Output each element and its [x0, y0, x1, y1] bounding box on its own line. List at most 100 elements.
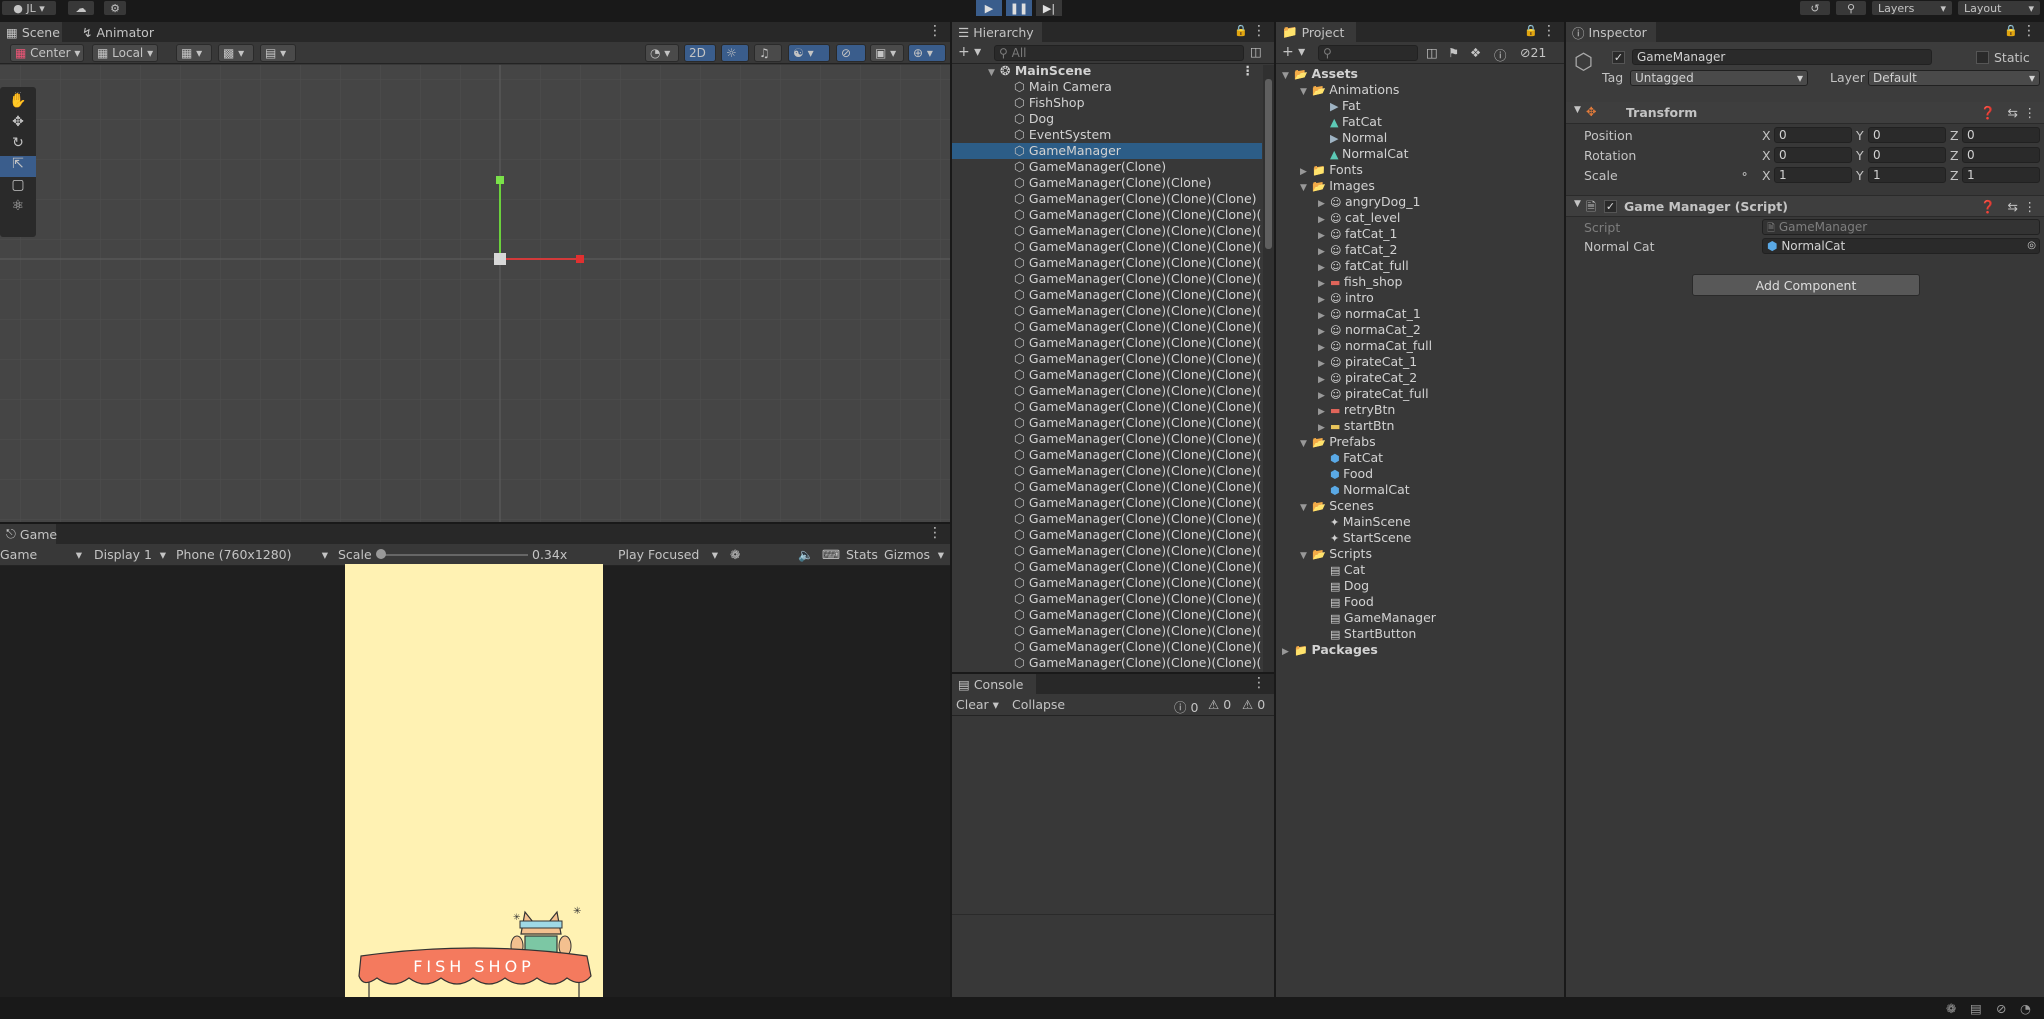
audio-icon[interactable]: ♫: [754, 44, 782, 62]
position-x-field[interactable]: 0: [1774, 127, 1852, 143]
scale-z-field[interactable]: 1: [1962, 167, 2040, 183]
y-axis-label[interactable]: Y: [1856, 168, 1864, 183]
hierarchy-item[interactable]: ⬡ GameManager(Clone)(Clone)(Clone)(Clo: [952, 207, 1262, 223]
hierarchy-item[interactable]: ⬡ GameManager(Clone): [952, 159, 1262, 175]
project-item[interactable]: ▶ ☺ pirateCat_1: [1276, 354, 1564, 370]
tab-game[interactable]: ⎋ Game: [0, 524, 57, 544]
hierarchy-item-selected[interactable]: ⬡ GameManager: [952, 143, 1262, 159]
scale-slider-thumb[interactable]: [376, 549, 386, 559]
scene-root-row[interactable]: ▼ ❂ MainScene ⋮: [952, 63, 1262, 79]
account-dropdown[interactable]: ● JL ▾: [2, 1, 56, 15]
foldout-arrow-icon[interactable]: ▶: [1282, 644, 1294, 660]
lock-icon[interactable]: 🔒: [1524, 24, 1538, 38]
project-search-input[interactable]: ⚲: [1318, 45, 1418, 61]
cloud-icon[interactable]: ☁: [68, 1, 94, 15]
draw-mode-icon[interactable]: ◔ ▾: [645, 44, 679, 62]
search-filter-icon[interactable]: ◫: [1250, 44, 1262, 59]
project-item[interactable]: ▶ ☺ intro: [1276, 290, 1564, 306]
preset-icon[interactable]: ⇆: [2008, 199, 2018, 214]
project-item[interactable]: ▶ ☺ pirateCat_2: [1276, 370, 1564, 386]
stats-button[interactable]: Stats: [846, 547, 878, 562]
transform-tool-icon[interactable]: ⚛: [0, 198, 36, 219]
hierarchy-item[interactable]: ⬡ GameManager(Clone)(Clone)(Clone)(Clo: [952, 591, 1262, 607]
hierarchy-item[interactable]: ⬡ GameManager(Clone)(Clone)(Clone)(Clo: [952, 383, 1262, 399]
settings-icon[interactable]: ⚙: [104, 1, 126, 15]
hierarchy-item[interactable]: ⬡ GameManager(Clone)(Clone)(Clone): [952, 191, 1262, 207]
error-count[interactable]: ⚠ 0: [1242, 697, 1265, 712]
component-menu-icon[interactable]: ⋮: [2024, 199, 2037, 214]
component-enabled-checkbox[interactable]: ✓: [1604, 200, 1617, 213]
project-item[interactable]: ▶ ☺ angryDog_1: [1276, 194, 1564, 210]
project-item[interactable]: ▶ Normal: [1276, 130, 1564, 146]
add-component-button[interactable]: Add Component: [1692, 274, 1920, 296]
gizmos-dropdown[interactable]: Gizmos ▾: [884, 547, 946, 562]
hierarchy-item[interactable]: ⬡ GameManager(Clone)(Clone)(Clone)(Clo: [952, 607, 1262, 623]
hierarchy-item[interactable]: ⬡ GameManager(Clone)(Clone)(Clone)(Clo: [952, 367, 1262, 383]
scale-tool-icon[interactable]: ⇱: [0, 156, 36, 177]
project-item[interactable]: ▤ StartButton: [1276, 626, 1564, 642]
display-dropdown[interactable]: Display 1 ▾: [94, 547, 168, 562]
game-mode-dropdown[interactable]: Game ▾: [0, 547, 84, 562]
component-menu-icon[interactable]: ⋮: [2024, 105, 2037, 120]
rotation-z-field[interactable]: 0: [1962, 147, 2040, 163]
hierarchy-item[interactable]: ⬡ GameManager(Clone)(Clone)(Clone)(Clo: [952, 255, 1262, 271]
help-icon[interactable]: ❓: [1980, 105, 1996, 121]
hierarchy-scrollbar[interactable]: [1263, 65, 1274, 672]
pause-button[interactable]: ❚❚: [1006, 0, 1032, 16]
hierarchy-item[interactable]: ⬡ GameManager(Clone)(Clone)(Clone)(Clo: [952, 511, 1262, 527]
bug-icon[interactable]: ❁: [730, 547, 740, 562]
info-count[interactable]: ⓘ 0: [1174, 697, 1198, 716]
info-icon[interactable]: ⓘ: [1494, 45, 1507, 64]
project-item[interactable]: ▤ Food: [1276, 594, 1564, 610]
project-item[interactable]: ▼ 📂 Assets: [1276, 66, 1564, 82]
foldout-arrow-icon[interactable]: ▼: [1574, 105, 1581, 115]
project-item[interactable]: ▤ Cat: [1276, 562, 1564, 578]
grid-snap-icon[interactable]: ▦ ▾: [176, 44, 212, 62]
project-item[interactable]: ▶ ▬ retryBtn: [1276, 402, 1564, 418]
static-checkbox[interactable]: [1976, 51, 1989, 64]
keyboard-icon[interactable]: ⌨: [822, 547, 840, 562]
console-menu-icon[interactable]: ⋮: [1252, 676, 1266, 690]
history-icon[interactable]: ↺: [1800, 1, 1830, 15]
help-icon[interactable]: ❓: [1980, 199, 1996, 215]
active-checkbox[interactable]: ✓: [1612, 51, 1625, 64]
z-axis-label[interactable]: Z: [1950, 148, 1959, 163]
search-by-label-icon[interactable]: ⚑: [1448, 45, 1459, 60]
hierarchy-item[interactable]: ⬡ GameManager(Clone)(Clone)(Clone)(Clo: [952, 223, 1262, 239]
search-by-type-icon[interactable]: ◫: [1426, 45, 1438, 60]
transform-header[interactable]: ▼ ✥ Transform ❓ ⇆ ⋮: [1566, 102, 2044, 124]
step-button[interactable]: ▶|: [1036, 0, 1062, 16]
hierarchy-item[interactable]: ⬡ GameManager(Clone)(Clone)(Clone)(Clo: [952, 495, 1262, 511]
move-tool-icon[interactable]: ✥: [0, 114, 36, 135]
progress-icon[interactable]: ◔: [2020, 1001, 2031, 1016]
hierarchy-item[interactable]: ⬡ GameManager(Clone)(Clone)(Clone)(Clo: [952, 527, 1262, 543]
scale-x-field[interactable]: 1: [1774, 167, 1852, 183]
foldout-arrow-icon[interactable]: ▼: [1574, 199, 1581, 209]
hierarchy-item[interactable]: ⬡ GameManager(Clone)(Clone)(Clone)(Clo: [952, 655, 1262, 671]
project-item[interactable]: ▶ ☺ pirateCat_full: [1276, 386, 1564, 402]
object-name-field[interactable]: GameManager: [1632, 49, 1932, 65]
object-picker-icon[interactable]: ◎: [2027, 239, 2036, 253]
project-item[interactable]: ▼ 📂 Prefabs: [1276, 434, 1564, 450]
project-item[interactable]: ▶ 📁 Fonts: [1276, 162, 1564, 178]
rect-tool-icon[interactable]: ▢: [0, 177, 36, 198]
tab-hierarchy[interactable]: ☰ Hierarchy: [952, 22, 1042, 42]
tab-inspector[interactable]: ⓘ Inspector: [1566, 22, 1656, 42]
tab-console[interactable]: ▤ Console: [952, 674, 1036, 694]
hand-tool-icon[interactable]: ✋: [0, 93, 36, 114]
x-axis-label[interactable]: X: [1762, 128, 1771, 143]
project-item[interactable]: ▶ ☺ normaCat_1: [1276, 306, 1564, 322]
hierarchy-item[interactable]: ⬡ GameManager(Clone)(Clone)(Clone)(Clo: [952, 399, 1262, 415]
layout-dropdown[interactable]: Layout ▾: [1958, 1, 2040, 15]
y-axis-label[interactable]: Y: [1856, 128, 1864, 143]
project-item[interactable]: ▲ NormalCat: [1276, 146, 1564, 162]
position-z-field[interactable]: 0: [1962, 127, 2040, 143]
2d-toggle[interactable]: 2D: [684, 44, 716, 62]
hierarchy-item[interactable]: ⬡ GameManager(Clone)(Clone)(Clone)(Clo: [952, 559, 1262, 575]
lock-icon[interactable]: 🔒: [2004, 24, 2018, 38]
project-item[interactable]: ▶ ☺ fatCat_2: [1276, 242, 1564, 258]
rotation-x-field[interactable]: 0: [1774, 147, 1852, 163]
x-axis-label[interactable]: X: [1762, 148, 1771, 163]
cache-icon[interactable]: ▤: [1970, 1001, 1982, 1016]
project-item[interactable]: ▶ ☺ fatCat_full: [1276, 258, 1564, 274]
